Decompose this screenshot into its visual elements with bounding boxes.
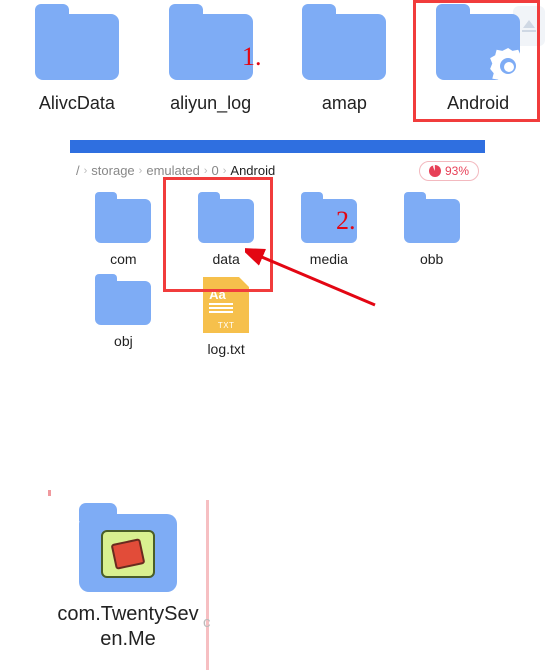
folder-item-android[interactable]: Android [413, 10, 543, 115]
chevron-right-icon: › [204, 165, 208, 177]
folder-label: obb [420, 251, 443, 267]
pie-icon [429, 165, 441, 177]
title-bar [70, 140, 485, 153]
text-file-icon: Aa TXT [203, 277, 249, 333]
folder-label: data [213, 251, 240, 267]
chevron-right-icon: › [84, 165, 88, 177]
chevron-right-icon: › [223, 165, 227, 177]
app-icon [101, 530, 155, 578]
folder-icon [169, 14, 253, 80]
annotation-step-1: 1. [242, 42, 262, 72]
folder-item-alivcdata[interactable]: AlivcData [12, 10, 142, 115]
folder-item-media[interactable]: media [278, 191, 381, 273]
folder-icon [436, 14, 520, 80]
usage-percent: 93% [445, 164, 469, 178]
breadcrumb: / › storage › emulated › 0 › Android 93% [70, 153, 485, 185]
bottom-folder-panel: com.TwentySeven.Me [48, 496, 208, 672]
folder-label: AlivcData [39, 92, 115, 115]
chevron-right-icon: › [139, 165, 143, 177]
breadcrumb-current: Android [230, 163, 275, 178]
folder-label: Android [447, 92, 509, 115]
ext-label: TXT [203, 321, 249, 330]
folder-item-com[interactable]: com [72, 191, 175, 273]
stray-char: c [203, 614, 211, 631]
file-item-log-txt[interactable]: Aa TXT log.txt [175, 273, 278, 363]
aa-glyph: Aa [209, 287, 226, 302]
folder-label: com [110, 251, 136, 267]
folder-item-amap[interactable]: amap [279, 10, 409, 115]
folder-icon [35, 14, 119, 80]
breadcrumb-part[interactable]: 0 [212, 163, 219, 178]
top-folder-row: AlivcData aliyun_log amap Android [0, 0, 555, 115]
folder-item-data[interactable]: data [175, 191, 278, 273]
folder-grid: com data media obb obj Aa TXT log.txt [70, 185, 485, 373]
folder-item-obb[interactable]: obb [380, 191, 483, 273]
folder-icon [302, 14, 386, 80]
folder-icon [198, 199, 254, 243]
folder-label: media [310, 251, 348, 267]
folder-label: obj [114, 333, 133, 349]
breadcrumb-part[interactable]: emulated [146, 163, 199, 178]
folder-icon [95, 199, 151, 243]
folder-item-obj[interactable]: obj [72, 273, 175, 363]
file-label: log.txt [207, 341, 244, 357]
annotation-vline-right [206, 500, 209, 670]
folder-icon [404, 199, 460, 243]
folder-icon [95, 281, 151, 325]
folder-label: amap [322, 92, 367, 115]
breadcrumb-root[interactable]: / [76, 163, 80, 178]
annotation-step-2: 2. [336, 206, 356, 236]
storage-usage-badge[interactable]: 93% [419, 161, 479, 181]
folder-item-app[interactable] [79, 514, 177, 592]
breadcrumb-part[interactable]: storage [91, 163, 134, 178]
file-browser-panel: / › storage › emulated › 0 › Android 93%… [70, 140, 485, 373]
folder-label: aliyun_log [170, 92, 251, 115]
folder-label: com.TwentySeven.Me [48, 602, 208, 652]
